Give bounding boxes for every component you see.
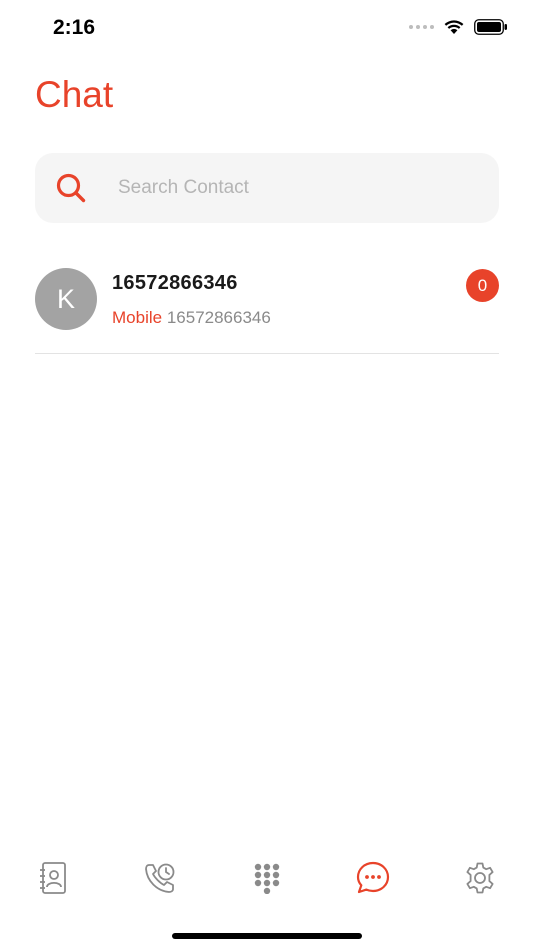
bottom-tab-bar (0, 850, 534, 906)
contacts-book-icon (40, 862, 66, 894)
page-title: Chat (35, 74, 114, 115)
contact-name: 16572866346 (112, 272, 238, 294)
search-bar[interactable] (35, 153, 499, 223)
contact-subtitle: Mobile 16572866346 (112, 308, 271, 328)
contact-type-label: Mobile (112, 308, 163, 327)
cellular-signal-icon (409, 25, 434, 29)
tab-settings[interactable] (460, 858, 500, 898)
search-input[interactable] (118, 153, 478, 223)
status-bar: 2:16 (0, 0, 534, 60)
tab-chat[interactable] (353, 858, 393, 898)
tab-dialpad[interactable] (247, 858, 287, 898)
wifi-icon (444, 20, 464, 34)
avatar: K (35, 268, 97, 330)
status-indicators (409, 19, 508, 35)
status-time: 2:16 (53, 16, 96, 39)
dialpad-icon (254, 863, 280, 894)
contact-number: 16572866346 (166, 308, 271, 327)
battery-icon (474, 19, 507, 35)
unread-count-badge: 0 (466, 269, 499, 302)
chat-list-item[interactable]: K 16572866346 Mobile 16572866346 0 (35, 250, 499, 354)
search-icon (56, 173, 86, 203)
settings-gear-icon (466, 862, 494, 894)
call-history-icon (145, 863, 175, 893)
home-indicator (172, 933, 362, 939)
tab-call-history[interactable] (140, 858, 180, 898)
chat-bubble-icon (356, 861, 390, 894)
tab-contacts[interactable] (33, 858, 73, 898)
